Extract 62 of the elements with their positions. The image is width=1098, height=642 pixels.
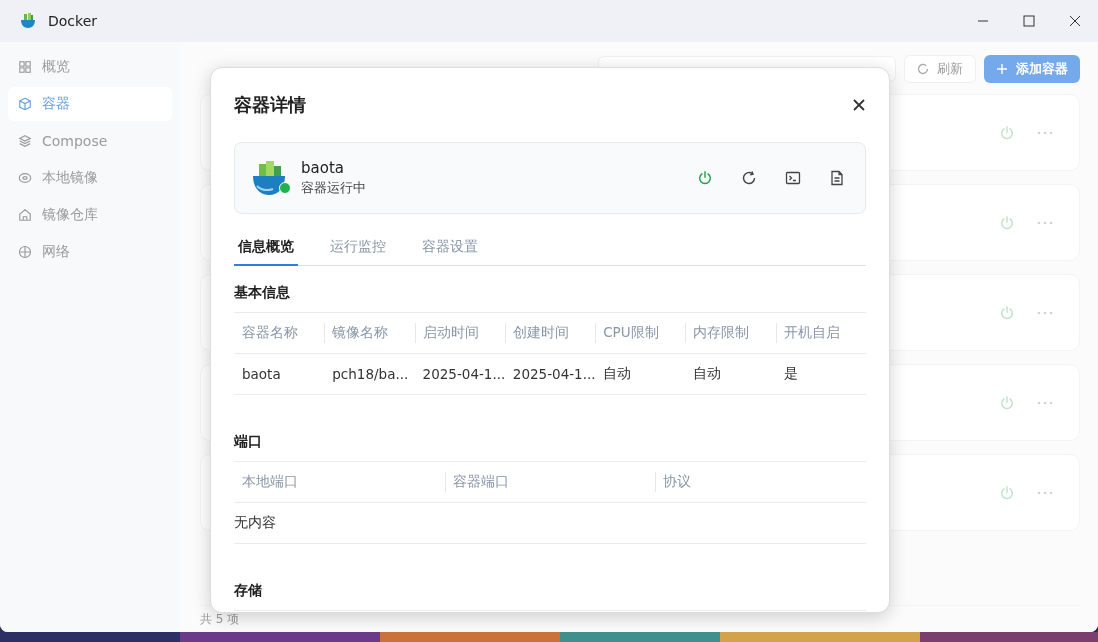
more-icon[interactable] (1037, 130, 1053, 135)
terminal-button[interactable] (785, 170, 801, 186)
dialog-title: 容器详情 (234, 93, 306, 117)
more-icon[interactable] (1037, 310, 1053, 315)
sidebar-item[interactable]: 网络 (8, 235, 172, 269)
column-header: 容器端口 (452, 473, 509, 489)
column-header: 开机自启 (783, 324, 840, 340)
column-header: 协议 (663, 473, 692, 489)
refresh-icon (917, 63, 929, 75)
sidebar-item[interactable]: 本地镜像 (8, 161, 172, 195)
column-header: 容器名称 (242, 324, 298, 340)
table-cell: baota (242, 366, 281, 382)
table-cell: 自动 (603, 365, 632, 381)
section-title: 基本信息 (234, 283, 291, 302)
empty-message: 无内容 (234, 514, 276, 530)
grid-icon (18, 60, 32, 74)
section-title: 存储 (234, 581, 263, 600)
power-icon[interactable] (999, 484, 1015, 501)
sidebar-item[interactable]: 镜像仓库 (8, 198, 172, 232)
container-status: 容器运行中 (301, 179, 366, 197)
container-name: baota (301, 159, 345, 177)
column-header: 镜像名称 (332, 324, 389, 340)
table-cell: 2025-04-1... (512, 366, 596, 382)
column-header: 启动时间 (422, 324, 479, 340)
power-icon[interactable] (999, 124, 1015, 141)
refresh-button[interactable]: 刷新 (904, 55, 976, 83)
plus-icon (996, 63, 1008, 75)
globe-icon (18, 245, 32, 259)
power-icon[interactable] (999, 304, 1015, 321)
table-cell: pch18/ba... (332, 366, 409, 382)
table-cell: 自动 (693, 365, 722, 381)
restart-button[interactable] (741, 170, 757, 186)
power-icon[interactable] (999, 394, 1015, 411)
power-button[interactable] (697, 170, 713, 186)
eye-icon (18, 171, 32, 185)
power-icon[interactable] (999, 214, 1015, 231)
column-header: CPU限制 (603, 324, 659, 340)
table-cell: 2025-04-1... (422, 366, 506, 382)
window-title: Docker (48, 13, 98, 29)
layers-icon (18, 134, 32, 148)
maximize-icon (1023, 15, 1035, 27)
table-cell: 是 (783, 365, 798, 381)
house-icon (18, 208, 32, 222)
cube-icon (18, 97, 32, 111)
tab[interactable]: 信息概览 (234, 238, 298, 266)
more-icon[interactable] (1037, 220, 1053, 225)
more-icon[interactable] (1037, 400, 1053, 405)
logs-button[interactable] (829, 170, 845, 186)
column-header: 本地端口 (242, 473, 298, 489)
column-header: 内存限制 (693, 324, 750, 340)
tab[interactable]: 运行监控 (326, 238, 390, 266)
sidebar-item[interactable]: 概览 (8, 50, 172, 84)
column-header: 创建时间 (512, 324, 569, 340)
item-count: 共 5 项 (200, 610, 240, 628)
app-logo (18, 11, 38, 31)
more-icon[interactable] (1037, 490, 1053, 495)
add-button[interactable]: 添加容器 (984, 55, 1080, 83)
tab[interactable]: 容器设置 (418, 238, 482, 266)
sidebar-item[interactable]: Compose (8, 124, 172, 158)
sidebar-item[interactable]: 容器 (8, 87, 172, 121)
close-icon (1069, 15, 1081, 27)
section-title: 端口 (234, 432, 263, 451)
